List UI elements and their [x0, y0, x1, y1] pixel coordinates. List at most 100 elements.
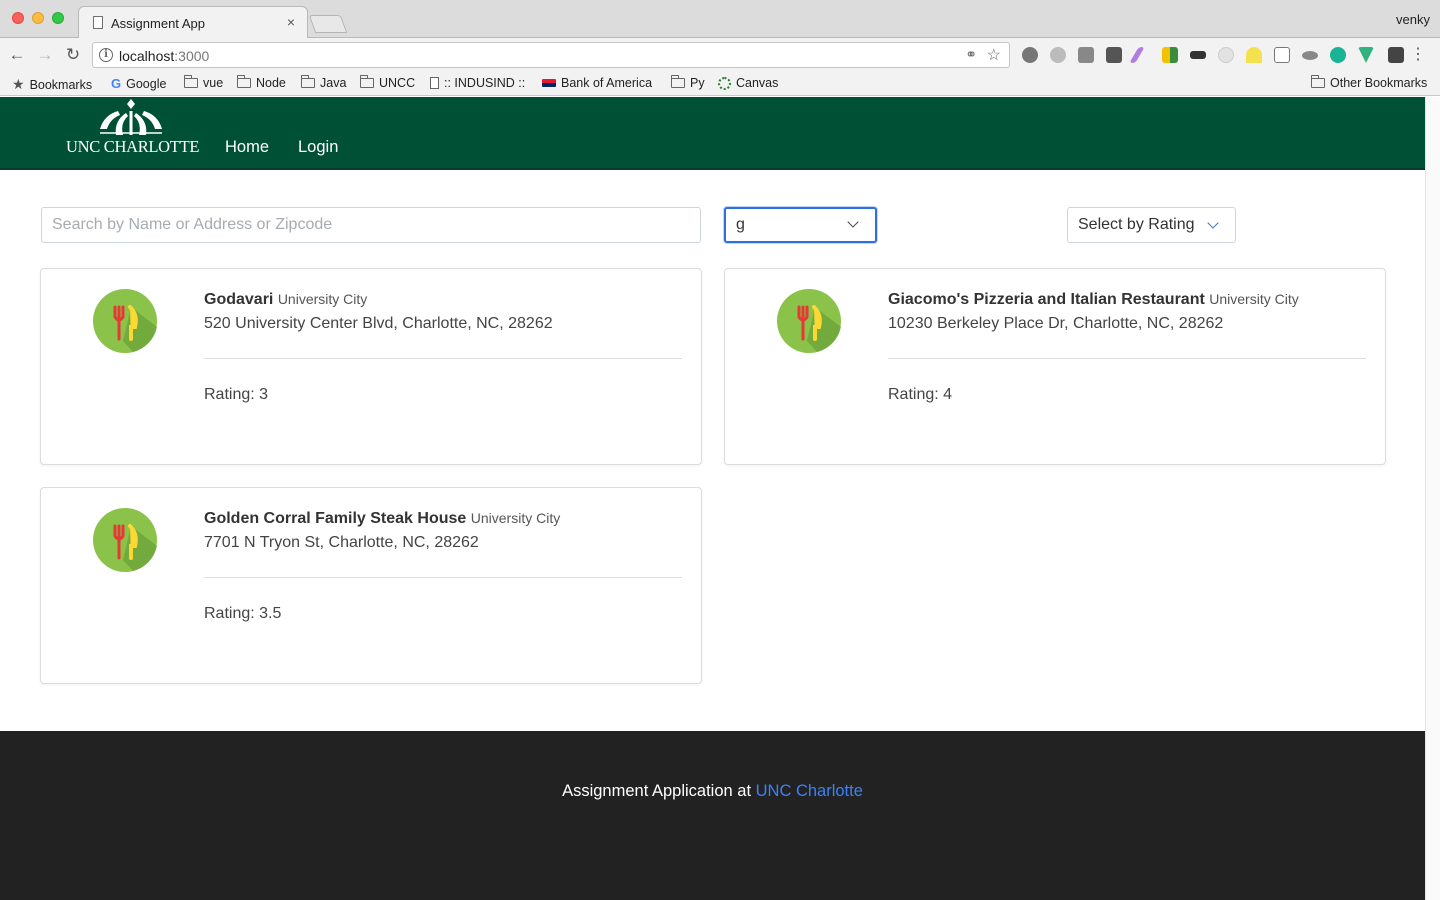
url-text[interactable]: localhost:3000	[119, 48, 209, 64]
extension-list-icon[interactable]	[1274, 47, 1290, 63]
restaurant-cutlery-icon	[93, 508, 157, 572]
folder-icon	[671, 75, 685, 88]
restaurant-address: 520 University Center Blvd, Charlotte, N…	[204, 315, 553, 332]
bookmark-node[interactable]: Node	[237, 75, 286, 90]
restaurant-cutlery-icon	[777, 289, 841, 353]
minimize-window-button[interactable]	[32, 12, 44, 24]
folder-icon	[301, 75, 315, 88]
browser-title-bar: Assignment App × venky	[0, 0, 1440, 38]
unc-charlotte-logo[interactable]: UNC CHARLOTTE	[66, 97, 199, 167]
other-bookmarks[interactable]: Other Bookmarks	[1311, 75, 1428, 90]
bookmark-label: Google	[126, 76, 167, 91]
folder-icon	[184, 75, 198, 88]
google-icon: G	[111, 76, 122, 91]
chevron-down-icon	[1207, 217, 1219, 229]
extension-react-icon[interactable]	[1218, 47, 1234, 63]
rating-select[interactable]: Select by Rating	[1067, 207, 1236, 243]
bookmark-indusind[interactable]: :: INDUSIND ::	[430, 76, 525, 90]
bookmark-label: Canvas	[736, 76, 779, 90]
restaurant-area: University City	[1209, 291, 1299, 307]
profile-name[interactable]: venky	[1396, 12, 1430, 27]
extension-pen-icon[interactable]	[1129, 47, 1145, 63]
bookmark-label: Java	[320, 76, 347, 90]
bookmark-bank-of-america[interactable]: Bank of America	[542, 76, 652, 90]
restaurant-name: Golden Corral Family Steak House	[204, 510, 467, 527]
folder-icon	[237, 75, 251, 88]
restaurant-address: 10230 Berkeley Place Dr, Charlotte, NC, …	[888, 315, 1224, 332]
tab-close-icon[interactable]: ×	[283, 14, 299, 30]
bookmark-label: UNCC	[379, 76, 416, 90]
url-port: :3000	[174, 48, 210, 64]
extension-mask-icon[interactable]	[1190, 51, 1206, 59]
extension-color-icon[interactable]	[1162, 47, 1178, 63]
key-icon[interactable]: ⚭	[965, 46, 977, 63]
extension-cloud-icon[interactable]	[1302, 51, 1318, 60]
restaurant-name: Giacomo's Pizzeria and Italian Restauran…	[888, 291, 1205, 308]
reload-icon[interactable]: ↻	[62, 44, 84, 66]
bank-of-america-icon	[542, 79, 556, 87]
back-arrow-icon[interactable]: ←	[6, 44, 28, 66]
restaurant-address: 7701 N Tryon St, Charlotte, NC, 28262	[204, 534, 479, 551]
restaurant-area: University City	[277, 291, 368, 307]
bookmark-google[interactable]: G Google	[111, 76, 166, 91]
page-icon	[93, 16, 103, 29]
extension-grammarly-icon[interactable]	[1330, 47, 1346, 63]
search-input[interactable]	[41, 207, 701, 243]
address-bar[interactable]: i localhost:3000 ⚭ ☆	[92, 42, 1010, 68]
crown-logo-icon	[100, 99, 162, 135]
footer-unc-charlotte-link[interactable]: UNC Charlotte	[756, 782, 863, 800]
bookmark-label: Node	[256, 76, 286, 90]
bookmark-star-icon[interactable]: ☆	[987, 45, 1001, 65]
other-bookmarks-label: Other Bookmarks	[1330, 76, 1428, 90]
bookmark-uncc[interactable]: UNCC	[360, 75, 416, 90]
bookmark-py[interactable]: Py	[671, 75, 705, 90]
extension-jb-icon[interactable]	[1078, 47, 1094, 63]
restaurant-rating: Rating: 3	[204, 386, 269, 403]
url-host: localhost	[119, 48, 175, 64]
folder-icon	[360, 75, 374, 88]
browser-toolbar: ← → ↻ i localhost:3000 ⚭ ☆ ⋮	[0, 38, 1440, 72]
bookmark-java[interactable]: Java	[301, 75, 347, 90]
close-window-button[interactable]	[12, 12, 24, 24]
nav-home-link[interactable]: Home	[225, 138, 269, 157]
restaurant-name: Godavari	[204, 291, 274, 308]
extension-shield-icon[interactable]	[1022, 47, 1038, 63]
tab-title: Assignment App	[111, 16, 205, 31]
new-tab-button[interactable]	[308, 15, 348, 33]
footer-label: Assignment Application at	[562, 782, 756, 800]
bookmark-label: Bank of America	[561, 76, 653, 90]
bookmark-label: vue	[203, 76, 224, 90]
bookmark-label: Bookmarks	[29, 77, 93, 92]
rating-select-value: Select by Rating	[1078, 216, 1195, 233]
page-scrollbar[interactable]	[1425, 97, 1440, 900]
extension-location-icon[interactable]	[1106, 47, 1122, 63]
cuisine-select[interactable]: g	[724, 207, 877, 243]
menu-dots-icon[interactable]: ⋮	[1410, 46, 1426, 64]
maximize-window-button[interactable]	[52, 12, 64, 24]
forward-arrow-icon[interactable]: →	[34, 44, 56, 66]
restaurant-rating: Rating: 3.5	[204, 605, 282, 622]
restaurant-card[interactable]: Godavari University City 520 University …	[40, 268, 702, 465]
extension-angular-icon[interactable]	[1050, 47, 1066, 63]
site-info-icon[interactable]: i	[99, 48, 113, 62]
page-icon	[430, 77, 439, 89]
bookmark-label: :: INDUSIND ::	[444, 76, 526, 90]
footer-text: Assignment Application at UNC Charlotte	[0, 782, 1425, 801]
extension-lamp-icon[interactable]	[1246, 47, 1262, 63]
folder-icon	[1311, 75, 1325, 88]
extension-vue-icon[interactable]	[1358, 47, 1374, 63]
app-header: UNC CHARLOTTE Home Login	[0, 97, 1425, 170]
browser-tab[interactable]: Assignment App ×	[78, 6, 308, 38]
restaurant-cutlery-icon	[93, 289, 157, 353]
nav-login-link[interactable]: Login	[298, 138, 338, 157]
bookmark-canvas[interactable]: Canvas	[718, 76, 778, 90]
bookmarks-bar: ★ Bookmarks G Google vue Node Java UNCC ::…	[0, 72, 1440, 96]
bookmark-bookmarks[interactable]: ★ Bookmarks	[12, 76, 92, 93]
restaurant-area: University City	[470, 510, 561, 526]
canvas-icon	[718, 76, 731, 90]
restaurant-card[interactable]: Giacomo's Pizzeria and Italian Restauran…	[724, 268, 1386, 465]
card-divider	[888, 358, 1366, 359]
restaurant-card[interactable]: Golden Corral Family Steak House Univers…	[40, 487, 702, 684]
extension-dropper-icon[interactable]	[1388, 47, 1404, 63]
bookmark-vue[interactable]: vue	[184, 75, 224, 90]
